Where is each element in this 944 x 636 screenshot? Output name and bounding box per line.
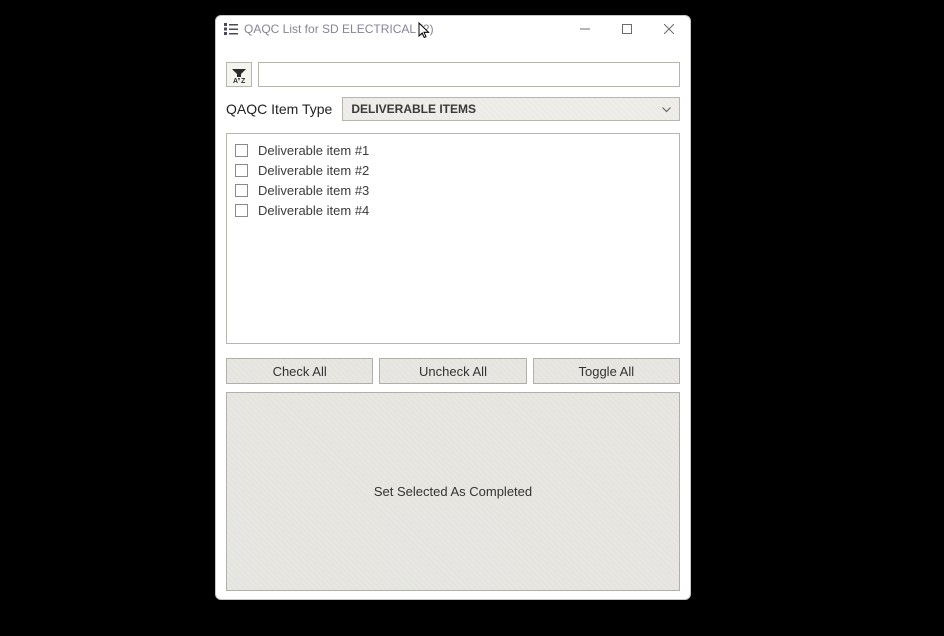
checkbox[interactable] [235, 144, 248, 157]
svg-text:A: A [233, 78, 238, 83]
titlebar[interactable]: QAQC List for SD ELECTRICAL (2) [216, 16, 690, 42]
maximize-button[interactable] [618, 20, 636, 38]
button-label: Check All [273, 364, 327, 379]
content-area: A Z QAQC Item Type DELIVERABLE ITEMS Del… [216, 42, 690, 599]
window-title: QAQC List for SD ELECTRICAL (2) [244, 22, 434, 36]
items-list[interactable]: Deliverable item #1 Deliverable item #2 … [226, 133, 680, 344]
search-input[interactable] [258, 62, 680, 87]
item-type-label: QAQC Item Type [226, 101, 332, 117]
window-controls [576, 20, 684, 38]
item-type-row: QAQC Item Type DELIVERABLE ITEMS [226, 97, 680, 121]
action-button-row: Check All Uncheck All Toggle All [226, 358, 680, 384]
uncheck-all-button[interactable]: Uncheck All [379, 358, 526, 384]
list-item[interactable]: Deliverable item #4 [235, 200, 671, 220]
check-all-button[interactable]: Check All [226, 358, 373, 384]
list-item-label: Deliverable item #3 [258, 183, 369, 198]
chevron-down-icon [662, 102, 671, 116]
minimize-button[interactable] [576, 20, 594, 38]
toggle-all-button[interactable]: Toggle All [533, 358, 680, 384]
search-row: A Z [226, 62, 680, 87]
item-type-select[interactable]: DELIVERABLE ITEMS [342, 97, 680, 121]
list-icon [224, 22, 238, 36]
close-button[interactable] [660, 20, 678, 38]
svg-text:Z: Z [241, 78, 246, 83]
button-label: Uncheck All [419, 364, 487, 379]
list-item[interactable]: Deliverable item #2 [235, 160, 671, 180]
button-label: Set Selected As Completed [374, 484, 532, 499]
checkbox[interactable] [235, 164, 248, 177]
list-item-label: Deliverable item #4 [258, 203, 369, 218]
checkbox[interactable] [235, 184, 248, 197]
item-type-selected: DELIVERABLE ITEMS [351, 102, 476, 116]
checkbox[interactable] [235, 204, 248, 217]
list-item[interactable]: Deliverable item #3 [235, 180, 671, 200]
list-item-label: Deliverable item #1 [258, 143, 369, 158]
list-item[interactable]: Deliverable item #1 [235, 140, 671, 160]
sort-az-icon: A Z [230, 67, 248, 83]
sort-filter-button[interactable]: A Z [226, 62, 252, 87]
list-item-label: Deliverable item #2 [258, 163, 369, 178]
button-label: Toggle All [578, 364, 634, 379]
app-window: QAQC List for SD ELECTRICAL (2) A [215, 15, 691, 600]
set-completed-button[interactable]: Set Selected As Completed [226, 392, 680, 591]
